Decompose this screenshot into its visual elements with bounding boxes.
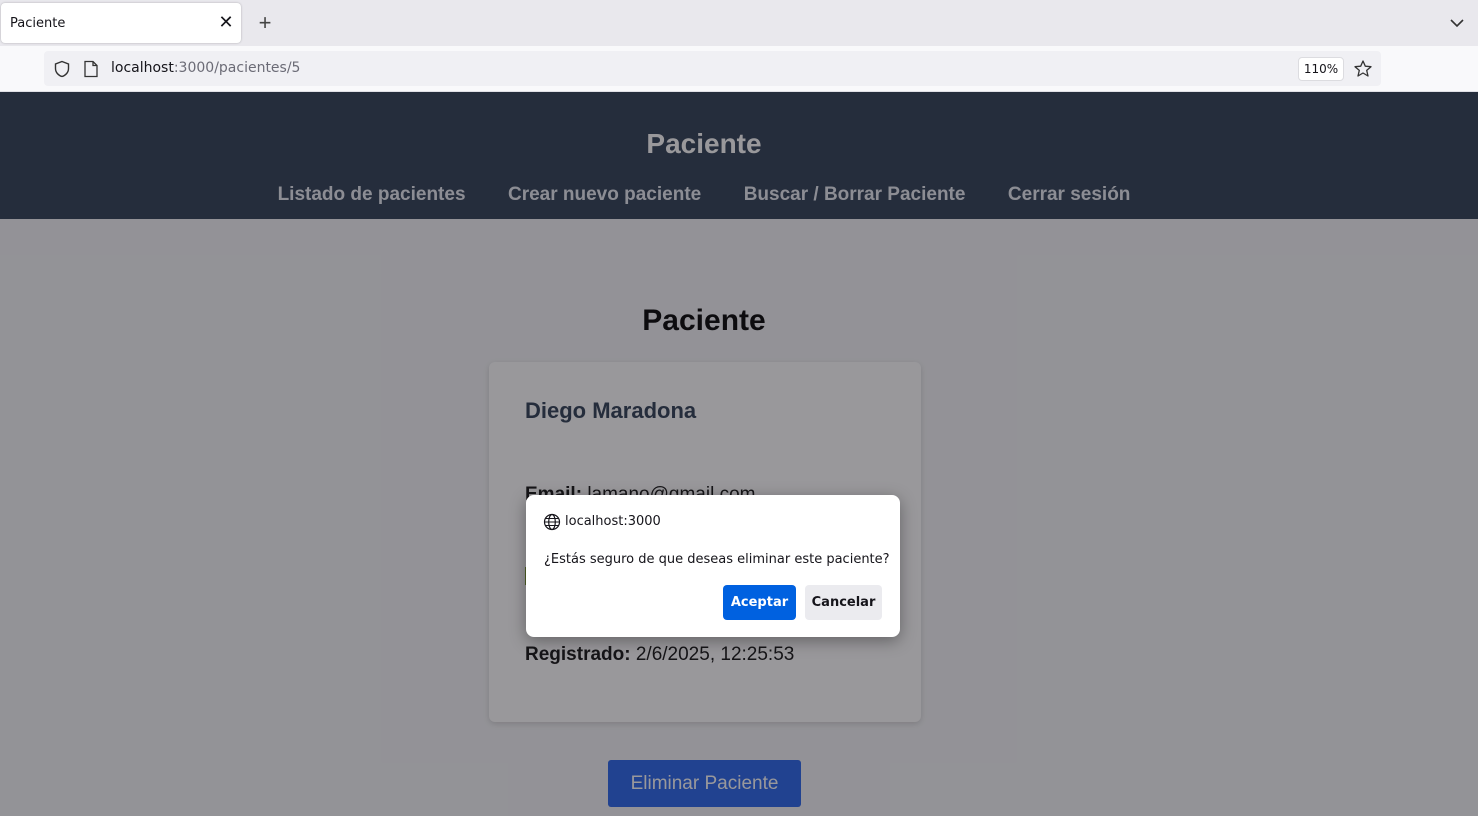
modal-overlay: [0, 92, 1478, 816]
shield-icon[interactable]: [53, 60, 71, 78]
browser-navigation-bar: localhost:3000/pacientes/5 110%: [0, 46, 1478, 92]
tab-title: Paciente: [10, 16, 66, 31]
page-info-icon[interactable]: [83, 60, 99, 78]
dialog-origin: localhost:3000: [565, 514, 661, 529]
globe-icon: [543, 513, 561, 531]
url-text[interactable]: localhost:3000/pacientes/5: [111, 60, 300, 76]
new-tab-button[interactable]: +: [253, 11, 277, 35]
zoom-indicator[interactable]: 110%: [1298, 57, 1344, 81]
dialog-message: ¿Estás seguro de que deseas eliminar est…: [544, 552, 890, 567]
browser-tab[interactable]: Paciente ✕: [1, 3, 241, 43]
accept-button[interactable]: Aceptar: [723, 585, 796, 620]
url-bar[interactable]: localhost:3000/pacientes/5 110%: [44, 51, 1381, 86]
url-path: :3000/pacientes/5: [173, 60, 301, 76]
url-host: localhost: [111, 60, 174, 76]
confirm-dialog: localhost:3000 ¿Estás seguro de que dese…: [526, 495, 900, 637]
chevron-down-icon[interactable]: [1446, 12, 1468, 34]
cancel-button[interactable]: Cancelar: [805, 585, 882, 620]
bookmark-star-icon[interactable]: [1353, 59, 1373, 79]
browser-tab-bar: Paciente ✕ +: [0, 0, 1478, 46]
tab-close-icon[interactable]: ✕: [215, 11, 237, 33]
